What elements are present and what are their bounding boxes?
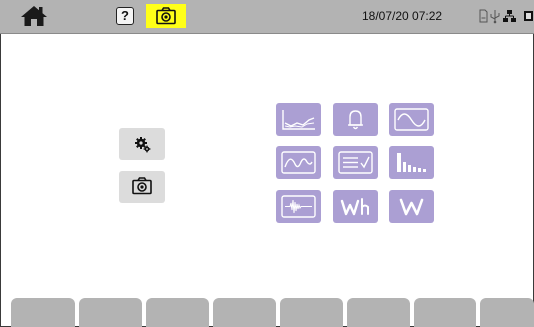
waveform-mode-tile[interactable] bbox=[389, 103, 434, 136]
function-tab-2[interactable] bbox=[79, 298, 142, 327]
sd-card-icon bbox=[479, 9, 488, 23]
function-tab-1[interactable] bbox=[11, 298, 75, 327]
trend-mode-tile[interactable] bbox=[276, 103, 321, 136]
function-tab-6[interactable] bbox=[347, 298, 410, 327]
status-bar: ? 18/07/20 07:22 bbox=[0, 0, 534, 34]
battery-icon bbox=[524, 11, 533, 21]
trend-graph-icon bbox=[282, 110, 315, 130]
sine-wave-icon bbox=[394, 108, 429, 131]
report-check-icon bbox=[338, 151, 373, 174]
snapshot-button[interactable] bbox=[146, 4, 186, 28]
function-tab-5[interactable] bbox=[280, 298, 343, 327]
energy-wh-icon bbox=[340, 198, 369, 216]
function-tab-3[interactable] bbox=[146, 298, 209, 327]
power-w-icon bbox=[399, 198, 424, 216]
function-tab-4[interactable] bbox=[213, 298, 276, 327]
date-time: 18/07/20 07:22 bbox=[362, 9, 443, 23]
function-tab-7[interactable] bbox=[414, 298, 476, 327]
transient-icon bbox=[281, 195, 316, 218]
energy-mode-tile[interactable] bbox=[333, 190, 378, 223]
usb-icon bbox=[490, 10, 500, 24]
harmonic-bars-icon bbox=[397, 153, 426, 172]
camera-icon bbox=[132, 177, 152, 195]
screen-frame bbox=[0, 0, 534, 327]
network-icon bbox=[503, 10, 516, 22]
camera-icon bbox=[156, 7, 176, 25]
gears-icon bbox=[135, 137, 151, 153]
configuration-button[interactable] bbox=[119, 128, 165, 160]
inrush-mode-tile[interactable] bbox=[276, 146, 321, 179]
home-icon[interactable] bbox=[20, 4, 48, 28]
harmonics-mode-tile[interactable] bbox=[389, 146, 434, 179]
power-mode-tile[interactable] bbox=[389, 190, 434, 223]
bell-icon bbox=[348, 110, 363, 130]
inrush-wave-icon bbox=[281, 151, 316, 174]
help-icon: ? bbox=[121, 8, 129, 23]
alarm-mode-tile[interactable] bbox=[333, 103, 378, 136]
snapshots-button[interactable] bbox=[119, 171, 165, 203]
monitoring-mode-tile[interactable] bbox=[333, 146, 378, 179]
transient-mode-tile[interactable] bbox=[276, 190, 321, 223]
help-button[interactable]: ? bbox=[116, 7, 134, 25]
function-tab-8[interactable] bbox=[480, 298, 534, 327]
status-icons bbox=[479, 9, 533, 24]
